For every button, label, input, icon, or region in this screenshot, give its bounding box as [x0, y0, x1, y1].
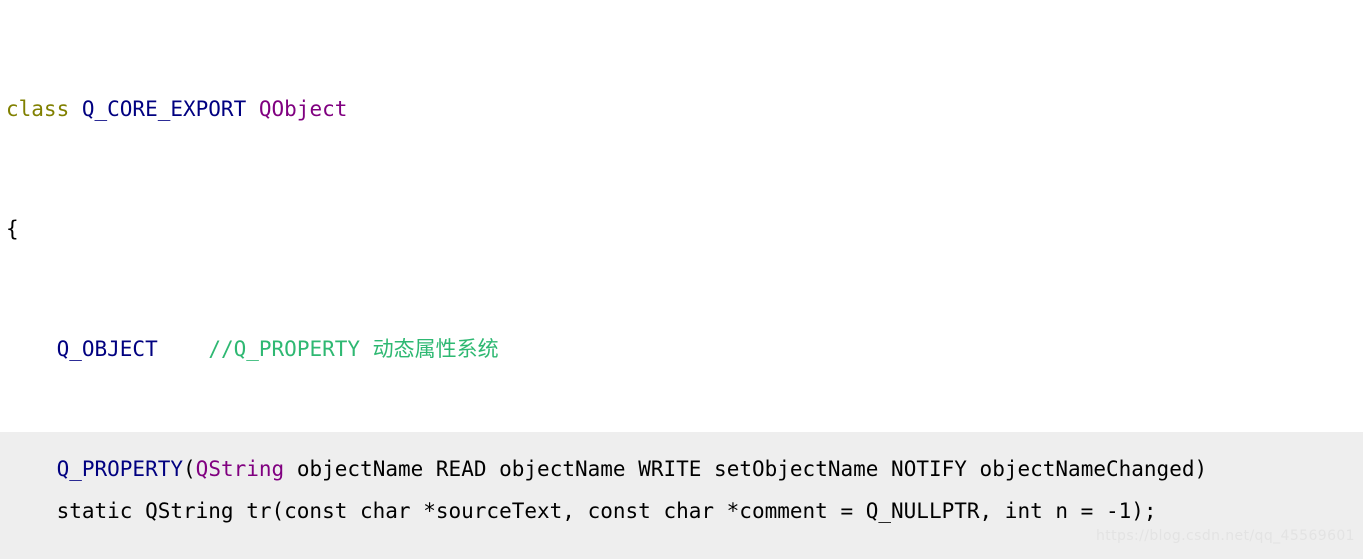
type-qobject: QObject [258, 97, 348, 121]
code-line-2: { [6, 214, 1363, 244]
code-screenshot: class Q_CORE_EXPORT QObject { Q_OBJECT /… [0, 0, 1363, 559]
code-line-15: static QString tr(const char *sourceText… [6, 496, 1363, 526]
code-block-highlighted: static QString tr(const char *sourceText… [6, 436, 1363, 559]
keyword-class: class [6, 97, 82, 121]
code-line-3: Q_OBJECT //Q_PROPERTY 动态属性系统 [6, 334, 1363, 364]
macro-q-object: Q_OBJECT [56, 337, 158, 361]
macro-q-core-export: Q_CORE_EXPORT [81, 97, 259, 121]
comment-q-property: //Q_PROPERTY 动态属性系统 [208, 337, 499, 361]
declaration-tr: static QString tr(const char *sourceText… [6, 499, 1157, 523]
brace-open: { [6, 217, 19, 241]
code-line-1: class Q_CORE_EXPORT QObject [6, 94, 1363, 124]
